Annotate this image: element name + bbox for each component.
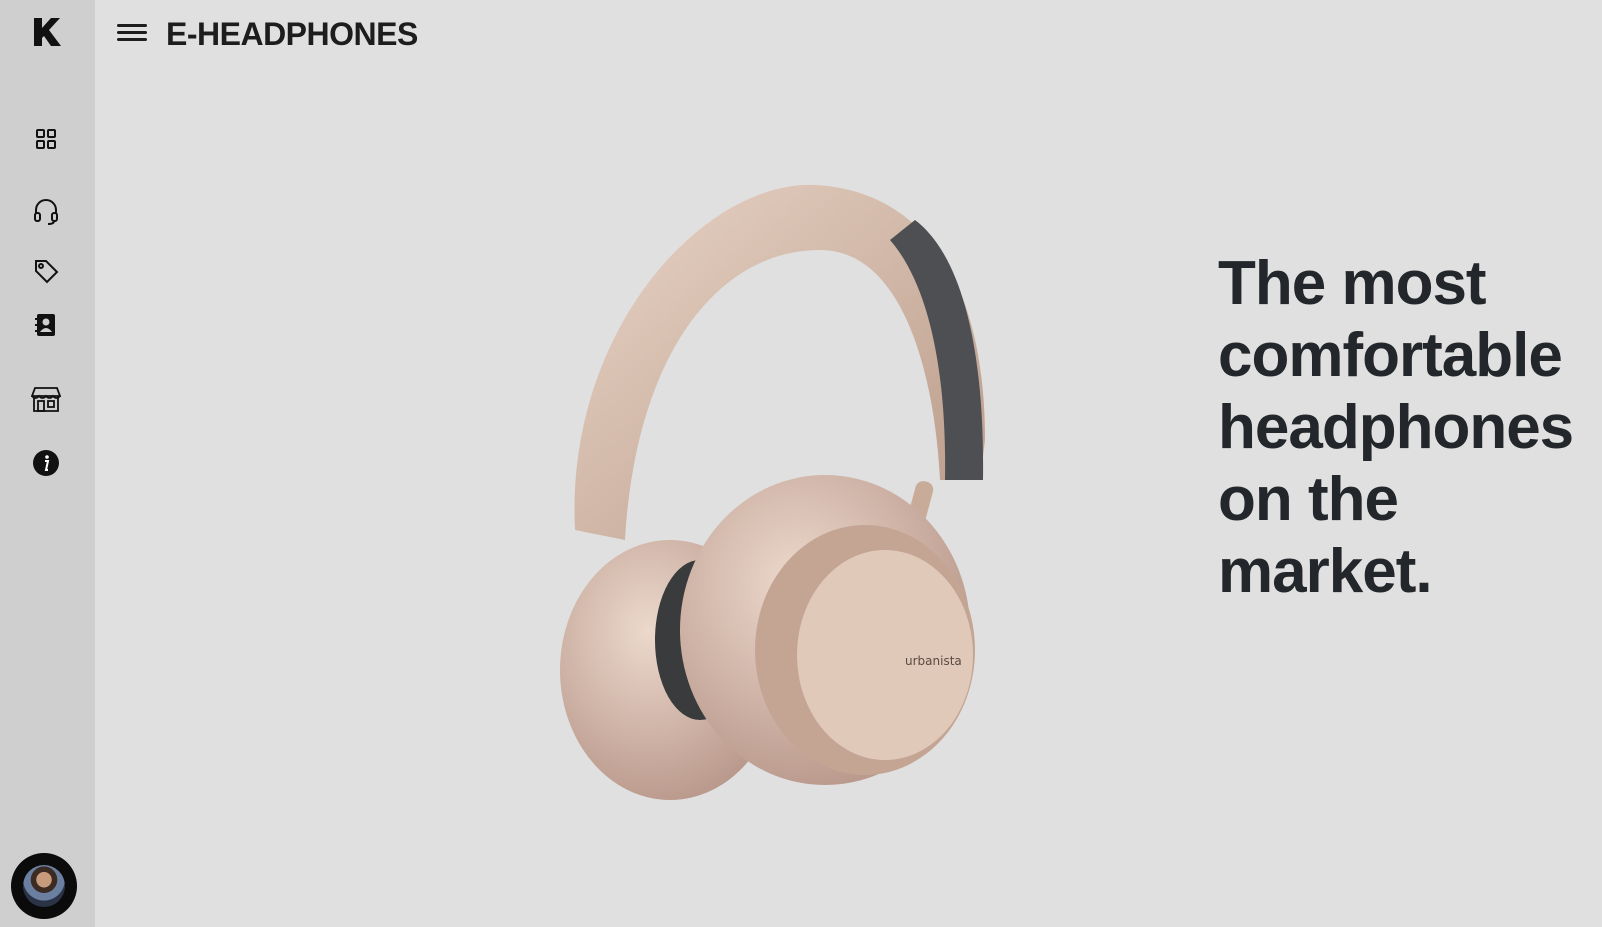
store-icon[interactable] bbox=[31, 384, 61, 414]
hero-headline: The most comfortable headphones on the m… bbox=[1218, 249, 1574, 606]
hamburger-menu-icon[interactable] bbox=[115, 20, 149, 50]
top-bar: E-HEADPHONES bbox=[95, 0, 1602, 72]
contact-book-icon[interactable] bbox=[31, 310, 61, 340]
page-title: E-HEADPHONES bbox=[166, 16, 418, 52]
tag-icon[interactable] bbox=[31, 256, 61, 286]
headphones-icon[interactable] bbox=[31, 196, 61, 226]
avatar-photo bbox=[23, 865, 65, 907]
sidebar bbox=[0, 0, 95, 927]
headphones-product-image: urbanista bbox=[555, 180, 1015, 800]
info-icon[interactable] bbox=[31, 448, 61, 478]
k-logo-icon[interactable] bbox=[30, 16, 62, 48]
brand-mark-text: urbanista bbox=[905, 654, 962, 668]
user-avatar[interactable] bbox=[11, 853, 77, 919]
grid-icon[interactable] bbox=[31, 124, 61, 154]
